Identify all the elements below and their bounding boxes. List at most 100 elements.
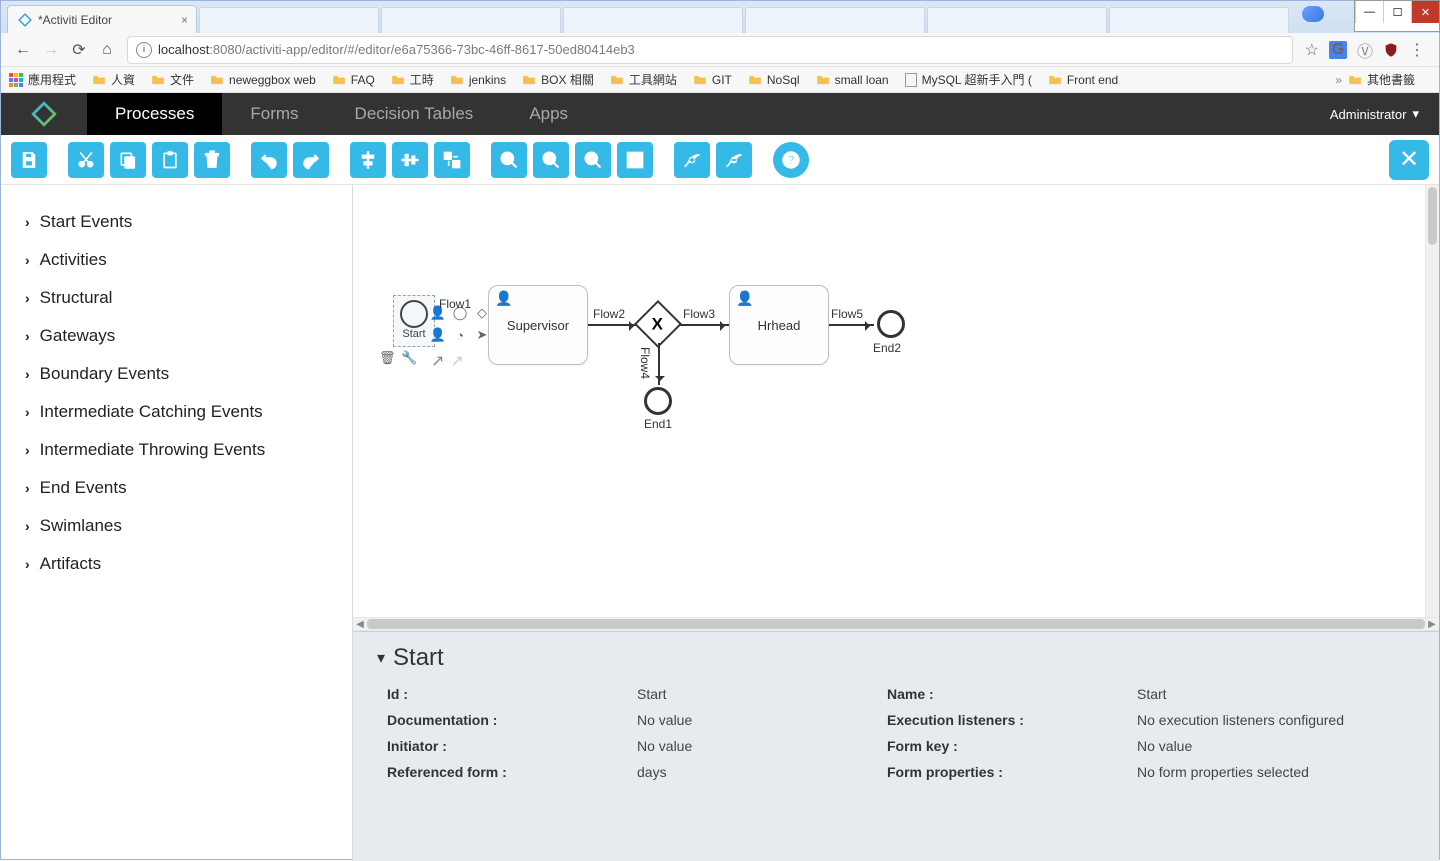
bookmark-item[interactable]: 文件 xyxy=(151,71,194,88)
bookmark-item[interactable]: 工具網站 xyxy=(610,71,677,88)
palette-group-artifacts[interactable]: ›Artifacts xyxy=(1,545,352,583)
bookmark-item[interactable]: 應用程式 xyxy=(9,71,76,88)
close-tab-icon[interactable]: × xyxy=(181,13,188,27)
property-value[interactable]: Start xyxy=(1137,686,1387,702)
back-button[interactable]: ← xyxy=(9,36,37,64)
star-icon[interactable]: ☆ xyxy=(1305,40,1319,60)
bookmark-other-folder[interactable]: 其他書籤 xyxy=(1348,71,1415,88)
property-value[interactable]: Start xyxy=(637,686,887,702)
align-v-button[interactable] xyxy=(350,142,386,178)
diagram-canvas[interactable]: Start 🗑 🔧 ↗↗ 👤 ◯ ◇ 👤 ◔ ➤ Flow1 👤 xyxy=(353,185,1439,617)
window-maximize-button[interactable]: ☐ xyxy=(1383,1,1411,23)
delete-node-icon[interactable]: 🗑 xyxy=(379,350,396,366)
undo-button[interactable] xyxy=(251,142,287,178)
redo-button[interactable] xyxy=(293,142,329,178)
browser-tab-ghost[interactable] xyxy=(1109,7,1289,33)
zoom-in-button[interactable] xyxy=(491,142,527,178)
align-h-button[interactable] xyxy=(392,142,428,178)
bookmark-item[interactable]: FAQ xyxy=(332,73,375,87)
app-tab-forms[interactable]: Forms xyxy=(222,93,326,135)
collapse-icon[interactable]: ▾ xyxy=(377,648,385,668)
palette-group-start-events[interactable]: ›Start Events xyxy=(1,203,352,241)
palette-group-intermediate-throwing-events[interactable]: ›Intermediate Throwing Events xyxy=(1,431,352,469)
bookmark-item[interactable]: Front end xyxy=(1048,73,1118,87)
exclusive-gateway[interactable]: X xyxy=(634,300,682,348)
properties-title[interactable]: ▾ Start xyxy=(377,644,1415,672)
zoom-out-button[interactable] xyxy=(533,142,569,178)
sequence-flow[interactable] xyxy=(679,324,729,326)
bookmark-item[interactable]: NoSql xyxy=(748,73,800,87)
bookmark-item[interactable]: neweggbox web xyxy=(210,73,316,87)
sequence-flow[interactable] xyxy=(829,324,874,326)
property-value[interactable]: days xyxy=(637,764,887,780)
palette-group-activities[interactable]: ›Activities xyxy=(1,241,352,279)
chrome-menu-icon[interactable]: ⋮ xyxy=(1409,40,1425,60)
chevron-right-icon: › xyxy=(25,290,30,306)
sequence-flow[interactable] xyxy=(658,343,660,385)
bookmark-item[interactable]: GIT xyxy=(693,73,732,87)
window-close-button[interactable]: ✕ xyxy=(1411,1,1439,23)
bookmark-item[interactable]: 人資 xyxy=(92,71,135,88)
save-button[interactable] xyxy=(11,142,47,178)
translate-icon[interactable]: G xyxy=(1329,41,1347,59)
browser-tab-ghost[interactable] xyxy=(199,7,379,33)
bookmark-overflow-chevron[interactable]: » xyxy=(1335,73,1342,87)
delete-button[interactable] xyxy=(194,142,230,178)
help-button[interactable]: ? xyxy=(773,142,809,178)
reload-button[interactable]: ⟳ xyxy=(65,36,93,64)
timer-hint-icon[interactable]: ◔ xyxy=(450,325,470,345)
ublock-icon[interactable] xyxy=(1383,42,1399,58)
site-info-icon[interactable]: i xyxy=(136,42,152,58)
bookmark-item[interactable]: MySQL 超新手入門 ( xyxy=(905,71,1032,88)
property-value[interactable]: No form properties selected xyxy=(1137,764,1387,780)
property-value[interactable]: No execution listeners configured xyxy=(1137,712,1387,728)
browser-tab-ghost[interactable] xyxy=(381,7,561,33)
end-event-2[interactable] xyxy=(877,310,905,338)
browser-tab-ghost[interactable] xyxy=(745,7,925,33)
window-minimize-button[interactable]: — xyxy=(1355,1,1383,23)
property-value[interactable]: No value xyxy=(1137,738,1387,754)
extension-icon[interactable]: Ⓥ xyxy=(1357,38,1373,62)
bookmark-item[interactable]: small loan xyxy=(816,73,889,87)
user-menu[interactable]: Administrator ▾ xyxy=(1330,93,1439,135)
cut-button[interactable] xyxy=(68,142,104,178)
palette-group-gateways[interactable]: ›Gateways xyxy=(1,317,352,355)
connection-hint-icons[interactable]: ↗↗ xyxy=(431,351,464,371)
browser-tab-active[interactable]: *Activiti Editor × xyxy=(7,5,197,33)
paste-button[interactable] xyxy=(152,142,188,178)
wrench-icon[interactable]: 🔧 xyxy=(401,350,417,366)
bookmark-item[interactable]: 工時 xyxy=(391,71,434,88)
url-input[interactable]: i localhost:8080/activiti-app/editor/#/e… xyxy=(127,36,1293,64)
app-tab-processes[interactable]: Processes xyxy=(87,93,222,135)
bookmark-item[interactable]: BOX 相關 xyxy=(522,71,594,88)
horizontal-scrollbar[interactable]: ◀▶ xyxy=(353,617,1439,631)
same-size-button[interactable] xyxy=(434,142,470,178)
sequence-flow[interactable] xyxy=(588,324,638,326)
task-supervisor[interactable]: 👤 Supervisor xyxy=(488,285,588,365)
palette-group-intermediate-catching-events[interactable]: ›Intermediate Catching Events xyxy=(1,393,352,431)
user-hint-icon[interactable]: 👤 xyxy=(428,325,448,345)
palette-group-end-events[interactable]: ›End Events xyxy=(1,469,352,507)
bookmark-item[interactable]: jenkins xyxy=(450,73,506,87)
close-editor-button[interactable]: ✕ xyxy=(1389,140,1429,180)
bendpoint-remove-button[interactable] xyxy=(716,142,752,178)
copy-button[interactable] xyxy=(110,142,146,178)
app-tab-decision-tables[interactable]: Decision Tables xyxy=(327,93,502,135)
zoom-fit-button[interactable] xyxy=(617,142,653,178)
vertical-scrollbar[interactable] xyxy=(1425,185,1439,617)
palette-group-boundary-events[interactable]: ›Boundary Events xyxy=(1,355,352,393)
property-value[interactable]: No value xyxy=(637,738,887,754)
property-value[interactable]: No value xyxy=(637,712,887,728)
browser-tab-ghost[interactable] xyxy=(927,7,1107,33)
end-event-1[interactable] xyxy=(644,387,672,415)
browser-tab-ghost[interactable] xyxy=(563,7,743,33)
task-hrhead[interactable]: 👤 Hrhead xyxy=(729,285,829,365)
zoom-actual-button[interactable] xyxy=(575,142,611,178)
chrome-profile-icon[interactable] xyxy=(1302,6,1324,22)
palette-group-swimlanes[interactable]: ›Swimlanes xyxy=(1,507,352,545)
activiti-logo[interactable] xyxy=(1,93,87,135)
home-button[interactable]: ⌂ xyxy=(93,36,121,64)
palette-group-structural[interactable]: ›Structural xyxy=(1,279,352,317)
app-tab-apps[interactable]: Apps xyxy=(501,93,596,135)
bendpoint-add-button[interactable] xyxy=(674,142,710,178)
